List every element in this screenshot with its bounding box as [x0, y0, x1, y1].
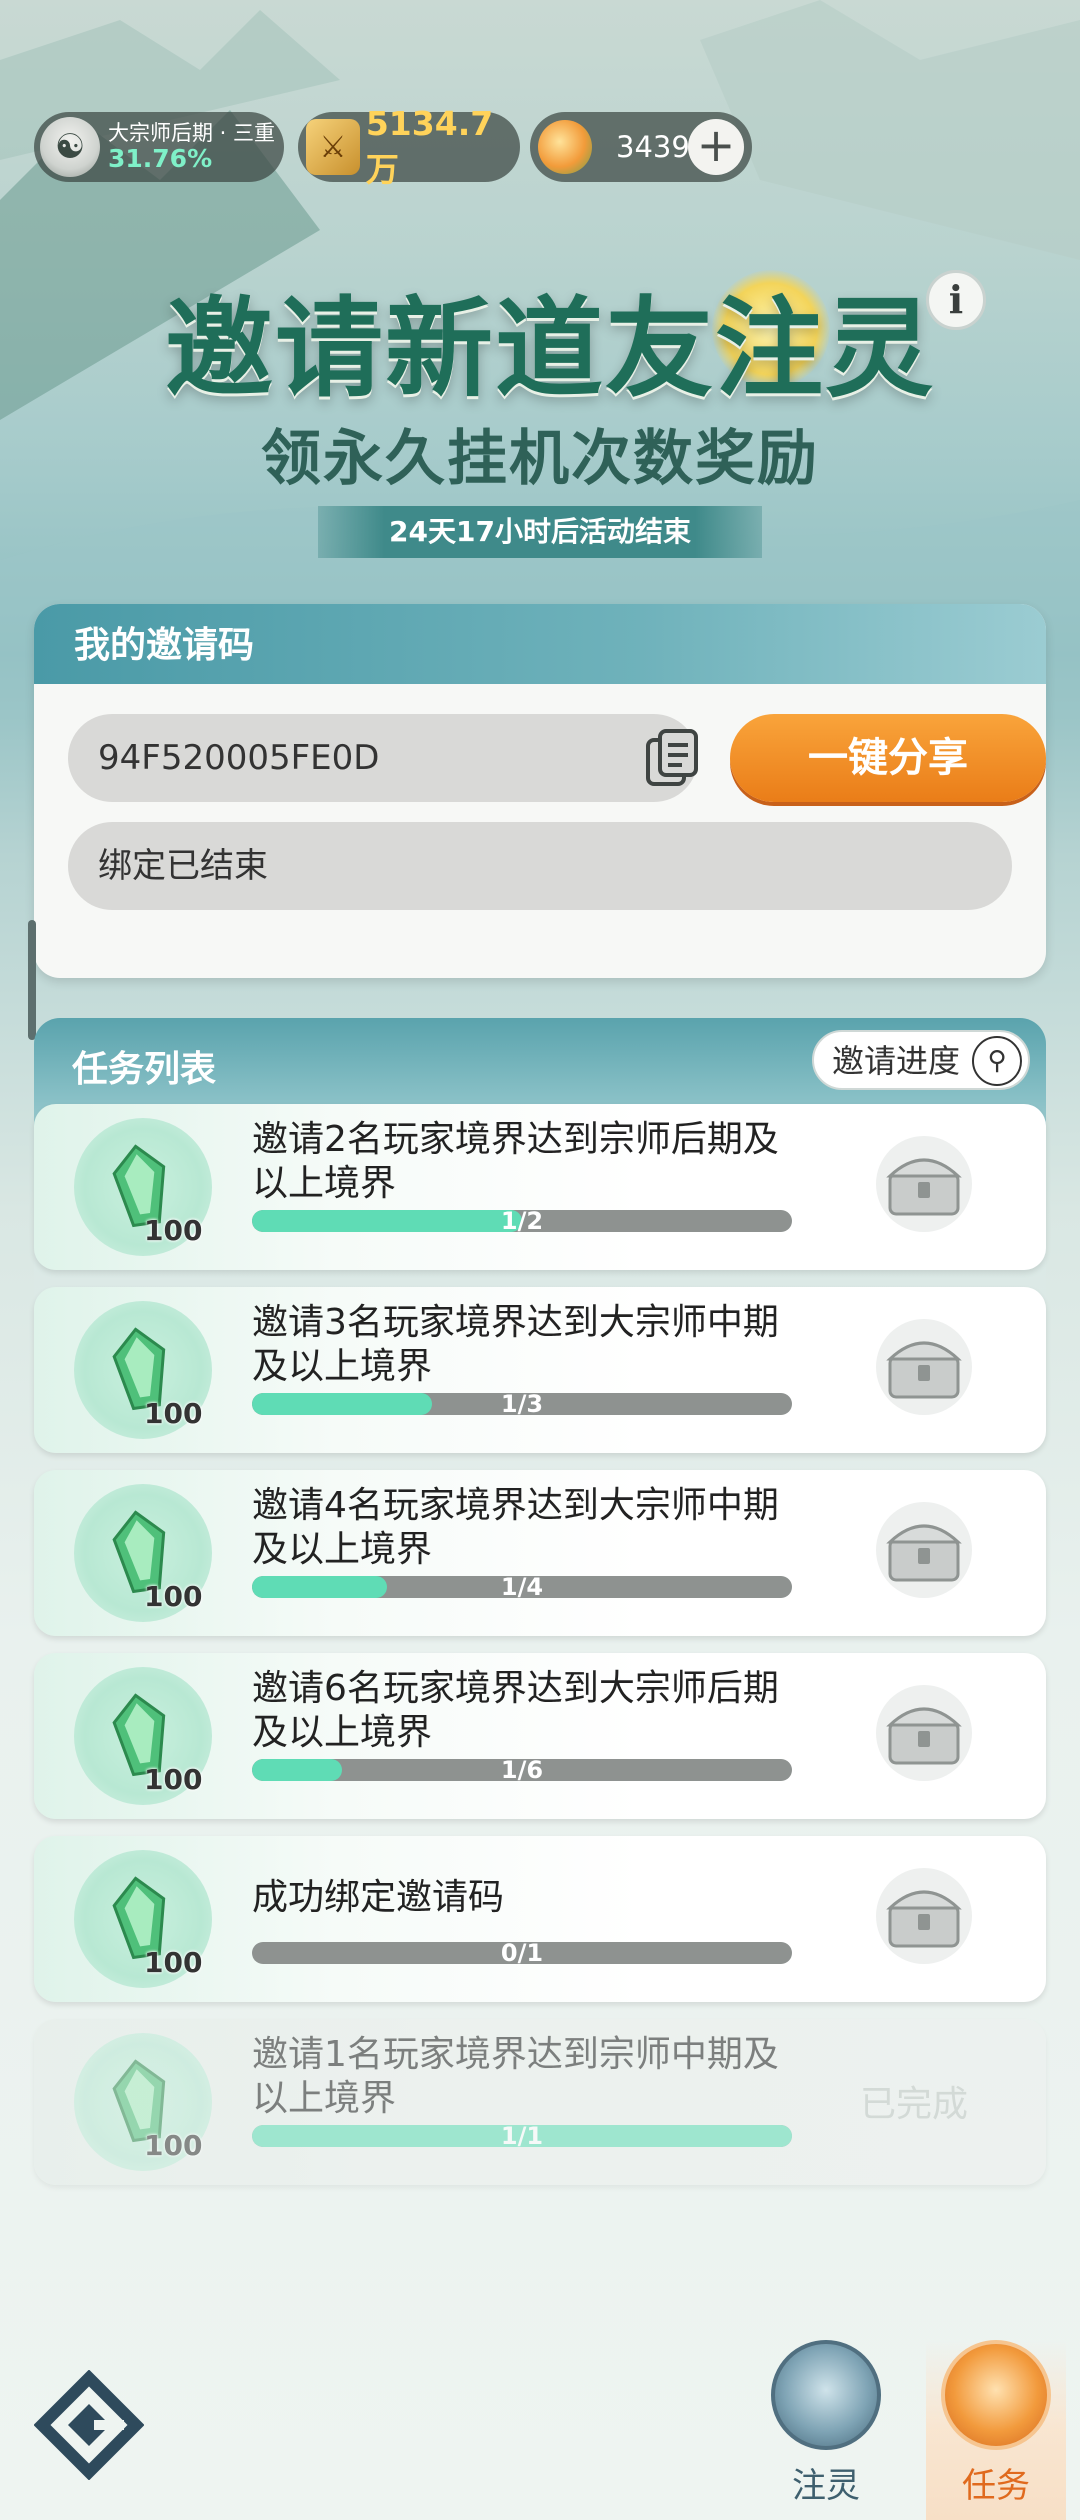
game-logo-icon: [34, 2370, 144, 2480]
jade-value: 3439: [616, 130, 690, 164]
task-title: 邀请6名玩家境界达到大宗师后期及以上境界: [252, 1668, 779, 1753]
rank-name: 大宗师后期 · 三重: [108, 120, 276, 145]
task-progress-bar: 1/2: [252, 1210, 792, 1232]
task-progress-bar: 1/6: [252, 1759, 792, 1781]
jade-currency-icon: [538, 120, 592, 174]
task-list-header: 任务列表: [72, 1049, 217, 1090]
reward-slot: 100: [74, 1484, 212, 1622]
spirit-leaf-icon: [771, 2340, 881, 2450]
reward-quantity: 100: [144, 1946, 203, 1979]
task-progress-bar: 1/4: [252, 1576, 792, 1598]
reward-slot: 100: [74, 1667, 212, 1805]
reward-slot: 100: [74, 1301, 212, 1439]
treasure-chest-icon[interactable]: [874, 1500, 974, 1600]
task-progress-text: 0/1: [500, 1942, 544, 1964]
copy-icon[interactable]: [644, 728, 702, 788]
task-progress-text: 1/3: [500, 1393, 544, 1415]
scroll-indicator[interactable]: [28, 920, 36, 1040]
invite-code-card: 我的邀请码 94F520005FE0D 一键分享 绑定已结束: [34, 604, 1046, 978]
treasure-chest-icon[interactable]: [874, 1866, 974, 1966]
reward-quantity: 100: [144, 1397, 203, 1430]
reward-slot: 100: [74, 1118, 212, 1256]
task-progress-bar: 1/3: [252, 1393, 792, 1415]
add-user-icon: ⚲: [972, 1036, 1022, 1086]
reward-slot: 100: [74, 2033, 212, 2171]
rank-progress: 31.76%: [108, 143, 213, 173]
task-progress-bar: 1/1: [252, 2125, 792, 2147]
nav-spirit[interactable]: 注灵: [764, 2340, 888, 2520]
combat-power[interactable]: ⚔ 5134.7万: [298, 104, 520, 189]
task-title: 邀请2名玩家境界达到宗师后期及以上境界: [252, 1119, 779, 1204]
reward-slot: 100: [74, 1850, 212, 1988]
task-progress-text: 1/4: [500, 1576, 544, 1598]
treasure-chest-icon[interactable]: [874, 1317, 974, 1417]
task-row[interactable]: 100 成功绑定邀请码 0/1: [34, 1836, 1046, 2002]
reward-quantity: 100: [144, 1763, 203, 1796]
add-currency-button[interactable]: +: [688, 119, 744, 175]
nav-task[interactable]: 任务: [926, 2340, 1066, 2520]
task-title: 邀请4名玩家境界达到大宗师中期及以上境界: [252, 1485, 779, 1570]
task-row[interactable]: 100 邀请2名玩家境界达到宗师后期及以上境界 1/2: [34, 1104, 1046, 1270]
event-subtitle: 领永久挂机次数奖励: [261, 424, 819, 494]
reward-quantity: 100: [144, 1214, 203, 1247]
invite-progress-label: 邀请进度: [832, 1042, 961, 1080]
bind-status-field: 绑定已结束: [68, 822, 1012, 910]
treasure-chest-icon[interactable]: [874, 1683, 974, 1783]
task-progress-bar: 0/1: [252, 1942, 792, 1964]
invite-code-field: 94F520005FE0D: [68, 714, 698, 802]
task-title: 成功绑定邀请码: [252, 1877, 505, 1918]
info-button[interactable]: i: [926, 270, 986, 330]
event-countdown: 24天17小时后活动结束: [318, 506, 762, 558]
task-title: 邀请1名玩家境界达到宗师中期及以上境界: [252, 2034, 779, 2119]
task-row[interactable]: 100 邀请4名玩家境界达到大宗师中期及以上境界 1/4: [34, 1470, 1046, 1636]
completed-label: 已完成: [860, 2084, 969, 2125]
task-progress-text: 1/6: [500, 1759, 544, 1781]
task-progress-text: 1/1: [500, 2125, 544, 2147]
treasure-chest-icon[interactable]: [874, 1134, 974, 1234]
nav-spirit-label: 注灵: [792, 2466, 860, 2506]
task-progress-text: 1/2: [500, 1210, 544, 1232]
rank-status[interactable]: ☯ 大宗师后期 · 三重 31.76%: [34, 112, 284, 182]
share-button[interactable]: 一键分享: [730, 714, 1046, 802]
task-row[interactable]: 100 邀请3名玩家境界达到大宗师中期及以上境界 1/3: [34, 1287, 1046, 1453]
scroll-task-icon: [941, 2340, 1051, 2450]
cultivator-avatar-icon: ☯: [40, 117, 100, 177]
invite-progress-button[interactable]: 邀请进度 ⚲: [812, 1030, 1030, 1090]
event-title: 邀请新道友注灵: [164, 286, 935, 412]
crossed-swords-icon: ⚔: [306, 119, 360, 175]
task-row[interactable]: 100 邀请1名玩家境界达到宗师中期及以上境界 1/1 已完成: [34, 2019, 1046, 2185]
task-title: 邀请3名玩家境界达到大宗师中期及以上境界: [252, 1302, 779, 1387]
combat-power-value: 5134.7万: [365, 103, 494, 189]
invite-code-header: 我的邀请码: [34, 604, 1046, 684]
reward-quantity: 100: [144, 1580, 203, 1613]
reward-quantity: 100: [144, 2129, 203, 2162]
currency-jade[interactable]: 3439 +: [530, 112, 752, 182]
task-row[interactable]: 100 邀请6名玩家境界达到大宗师后期及以上境界 1/6: [34, 1653, 1046, 1819]
nav-task-label: 任务: [962, 2466, 1030, 2506]
